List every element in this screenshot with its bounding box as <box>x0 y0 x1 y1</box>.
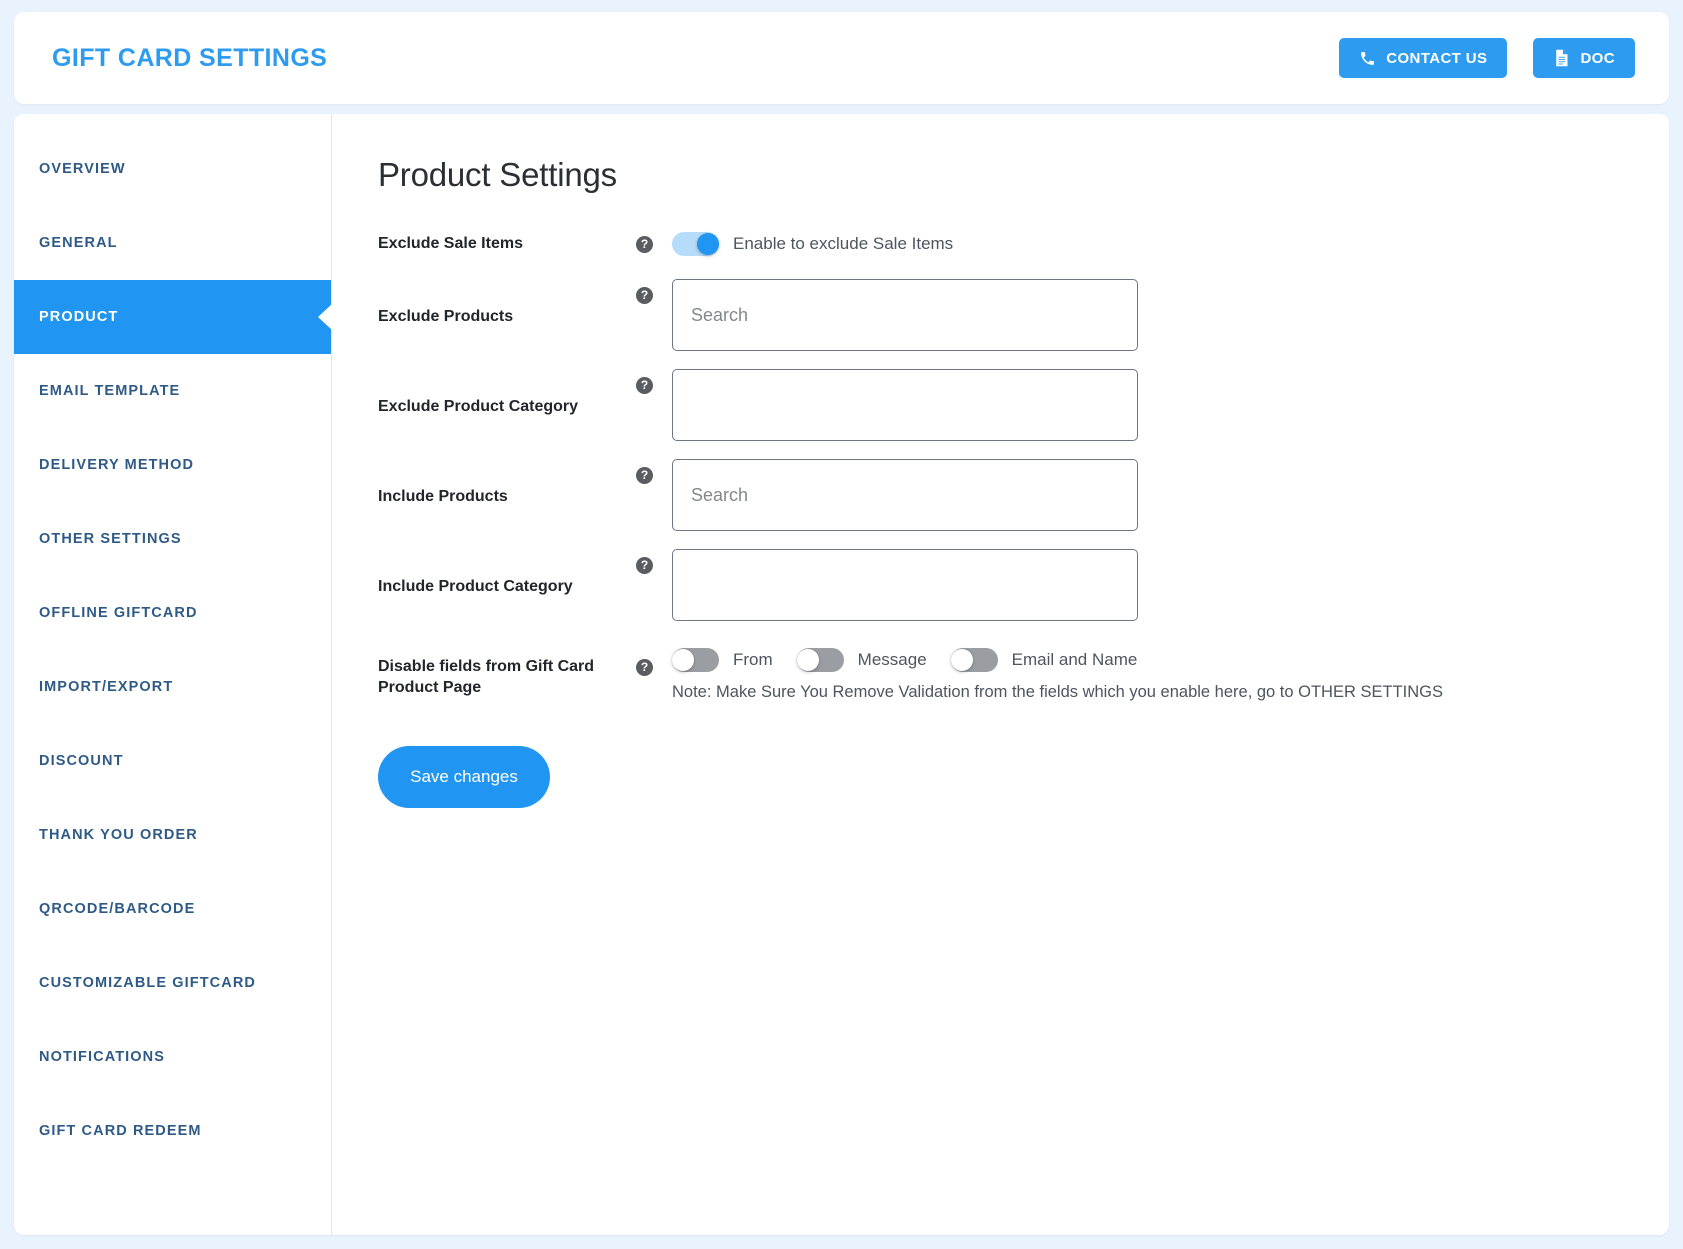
row-include-products: Include Products ? <box>378 459 1669 531</box>
phone-icon <box>1359 50 1376 67</box>
field-col: Enable to exclude Sale Items <box>672 232 1669 256</box>
exclude-products-input[interactable] <box>672 279 1138 351</box>
help-col: ? <box>626 279 672 304</box>
toggle-knob <box>796 649 819 671</box>
sidebar-item-label: EMAIL TEMPLATE <box>39 383 181 399</box>
settings-content: Product Settings Exclude Sale Items ? En… <box>332 114 1669 1235</box>
sidebar-item-label: IMPORT/EXPORT <box>39 679 174 695</box>
row-disable-fields: Disable fields from Gift Card Product Pa… <box>378 647 1669 702</box>
help-col: ? <box>626 369 672 394</box>
row-label-include-product-category: Include Product Category <box>378 578 573 595</box>
row-exclude-product-category: Exclude Product Category ? <box>378 369 1669 441</box>
settings-sidebar: OVERVIEW GENERAL PRODUCT EMAIL TEMPLATE DELI… <box>14 114 332 1235</box>
help-icon[interactable]: ? <box>636 557 653 574</box>
help-icon[interactable]: ? <box>636 659 653 676</box>
sidebar-item-general[interactable]: GENERAL <box>14 206 331 280</box>
row-label-exclude-products: Exclude Products <box>378 308 514 325</box>
help-icon[interactable]: ? <box>636 467 653 484</box>
sidebar-item-label: OFFLINE GIFTCARD <box>39 605 198 621</box>
toggle-message[interactable] <box>796 648 844 672</box>
sidebar-item-notifications[interactable]: NOTIFICATIONS <box>14 1020 331 1094</box>
sidebar-item-thank-you-order[interactable]: THANK YOU ORDER <box>14 798 331 872</box>
contact-us-button[interactable]: CONTACT US <box>1339 38 1508 78</box>
row-exclude-products: Exclude Products ? <box>378 279 1669 351</box>
sidebar-item-label: NOTIFICATIONS <box>39 1049 165 1065</box>
exclude-product-category-input[interactable] <box>672 369 1138 441</box>
sidebar-item-gift-card-redeem[interactable]: GIFT CARD REDEEM <box>14 1094 331 1168</box>
include-product-category-input[interactable] <box>672 549 1138 621</box>
toggle-line-exclude-sale-items: Enable to exclude Sale Items <box>672 232 1669 256</box>
toggle-knob <box>697 233 719 255</box>
app-header: GIFT CARD SETTINGS CONTACT US DOC <box>14 12 1669 104</box>
help-col: ? <box>626 549 672 574</box>
help-col: ? <box>626 647 672 676</box>
sidebar-item-label: OTHER SETTINGS <box>39 531 182 547</box>
save-changes-button[interactable]: Save changes <box>378 746 550 808</box>
help-col: ? <box>626 235 672 253</box>
doc-button[interactable]: DOC <box>1533 38 1635 78</box>
sidebar-item-email-template[interactable]: EMAIL TEMPLATE <box>14 354 331 428</box>
row-include-product-category: Include Product Category ? <box>378 549 1669 621</box>
toggle-label-email-and-name: Email and Name <box>1011 650 1138 669</box>
sidebar-item-label: PRODUCT <box>39 309 119 325</box>
document-icon <box>1553 49 1570 67</box>
sidebar-item-label: THANK YOU ORDER <box>39 827 198 843</box>
sidebar-item-other-settings[interactable]: OTHER SETTINGS <box>14 502 331 576</box>
help-col: ? <box>626 459 672 484</box>
sidebar-item-label: CUSTOMIZABLE GIFTCARD <box>39 975 256 991</box>
disable-fields-toggles: From Message Email and Name <box>672 647 1669 673</box>
sidebar-item-label: GIFT CARD REDEEM <box>39 1123 202 1139</box>
toggle-exclude-sale-items[interactable] <box>672 232 719 256</box>
row-label-exclude-product-category: Exclude Product Category <box>378 398 579 415</box>
field-col: From Message Email and Name Note: Make Sur… <box>672 647 1669 702</box>
sidebar-item-product[interactable]: PRODUCT <box>14 280 331 354</box>
help-icon[interactable]: ? <box>636 235 653 253</box>
settings-card: OVERVIEW GENERAL PRODUCT EMAIL TEMPLATE DELI… <box>14 114 1669 1235</box>
row-label-disable-fields: Disable fields from Gift Card Product Pa… <box>378 658 595 696</box>
sidebar-item-import-export[interactable]: IMPORT/EXPORT <box>14 650 331 724</box>
app-page: GIFT CARD SETTINGS CONTACT US DOC OVERVI… <box>0 0 1683 1249</box>
help-icon[interactable]: ? <box>636 287 653 304</box>
sidebar-item-overview[interactable]: OVERVIEW <box>14 132 331 206</box>
toggle-knob <box>950 649 973 671</box>
sidebar-item-offline-giftcard[interactable]: OFFLINE GIFTCARD <box>14 576 331 650</box>
toggle-email-and-name[interactable] <box>950 648 998 672</box>
help-icon[interactable]: ? <box>636 377 653 394</box>
content-title: Product Settings <box>378 156 617 193</box>
row-exclude-sale-items: Exclude Sale Items ? Enable to exclude S… <box>378 232 1669 256</box>
sidebar-item-delivery-method[interactable]: DELIVERY METHOD <box>14 428 331 502</box>
contact-us-label: CONTACT US <box>1386 49 1488 67</box>
sidebar-item-qrcode-barcode[interactable]: QRCODE/BARCODE <box>14 872 331 946</box>
sidebar-item-customizable-giftcard[interactable]: CUSTOMIZABLE GIFTCARD <box>14 946 331 1020</box>
doc-label: DOC <box>1580 49 1615 67</box>
toggle-label-from: From <box>733 650 773 669</box>
disable-fields-note: Note: Make Sure You Remove Validation fr… <box>672 683 1443 701</box>
header-actions: CONTACT US DOC <box>1339 38 1635 78</box>
sidebar-item-label: QRCODE/BARCODE <box>39 901 196 917</box>
include-products-input[interactable] <box>672 459 1138 531</box>
row-label-exclude-sale-items: Exclude Sale Items <box>378 234 523 252</box>
field-col <box>672 549 1669 621</box>
toggle-caption-exclude-sale-items: Enable to exclude Sale Items <box>733 234 954 253</box>
toggle-label-message: Message <box>857 650 927 669</box>
page-title: GIFT CARD SETTINGS <box>52 43 328 72</box>
toggle-knob <box>672 649 694 671</box>
toggle-from[interactable] <box>672 648 719 672</box>
sidebar-item-label: OVERVIEW <box>39 161 126 177</box>
field-col <box>672 459 1669 531</box>
sidebar-item-label: DISCOUNT <box>39 753 124 769</box>
sidebar-item-label: DELIVERY METHOD <box>39 457 195 473</box>
row-label-include-products: Include Products <box>378 488 508 505</box>
sidebar-item-label: GENERAL <box>39 235 118 251</box>
sidebar-item-discount[interactable]: DISCOUNT <box>14 724 331 798</box>
field-col <box>672 369 1669 441</box>
field-col <box>672 279 1669 351</box>
